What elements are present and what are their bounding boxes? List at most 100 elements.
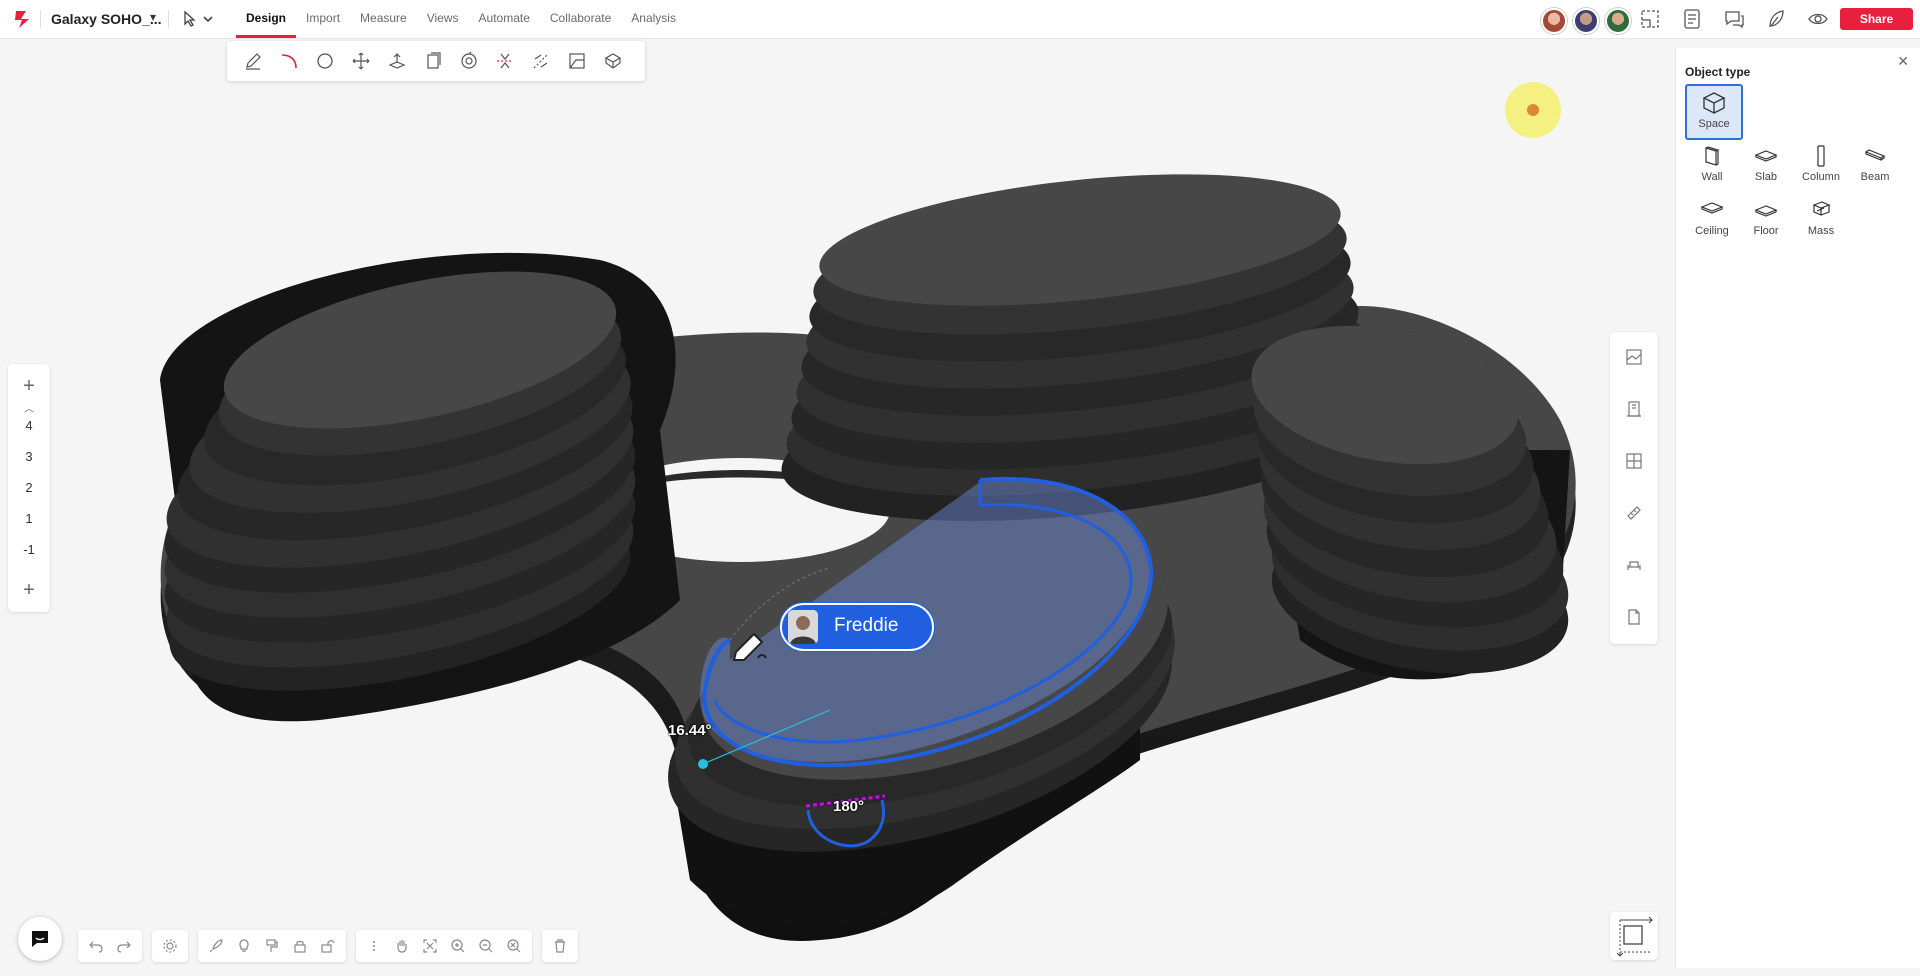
project-title[interactable]: Galaxy SOHO_... [51,11,162,27]
history-group [78,930,142,962]
view-cube-icon [1616,916,1654,957]
avatar[interactable] [1605,8,1631,34]
object-type-beam[interactable]: Beam [1848,139,1902,191]
circle-icon[interactable] [307,46,343,76]
zoom-extents-icon[interactable] [500,932,528,960]
object-type-label: Ceiling [1695,225,1729,237]
add-level-top-button[interactable]: + [8,374,50,398]
schedule-icon[interactable] [1679,6,1705,32]
image-icon[interactable] [1622,345,1646,369]
pan-hand-icon[interactable] [388,932,416,960]
level-item[interactable]: 2 [8,480,50,495]
object-type-label: Beam [1860,171,1890,183]
avatar [788,610,818,644]
move-icon[interactable] [343,46,379,76]
mass-icon [1812,201,1831,216]
undo-icon[interactable] [82,932,110,960]
offset-icon[interactable] [559,46,595,76]
mirror-icon[interactable] [487,46,523,76]
bottom-toolbar [78,930,578,962]
document-icon[interactable] [1622,605,1646,629]
delete-group [542,930,578,962]
eye-icon[interactable] [1805,6,1831,32]
rotate-icon[interactable] [451,46,487,76]
add-level-bottom-button[interactable]: + [8,578,50,602]
ruler-icon[interactable] [1622,501,1646,525]
app-logo-icon[interactable] [12,8,34,30]
presence-pointer [1505,82,1561,138]
copy-icon[interactable] [415,46,451,76]
menu-import[interactable]: Import [296,0,350,38]
pencil-icon[interactable] [235,46,271,76]
chat-button[interactable] [18,917,62,961]
collaborator-avatars [1541,8,1631,34]
extrude-icon[interactable] [379,46,415,76]
3d-viewport[interactable] [0,39,1675,976]
level-item[interactable]: -1 [8,542,50,557]
zoom-in-icon[interactable] [444,932,472,960]
gear-icon[interactable] [156,932,184,960]
panel-title: Object type [1685,65,1751,79]
object-type-label: Column [1802,171,1840,183]
collaborator-name: Freddie [834,615,899,636]
menu-design[interactable]: Design [236,0,297,38]
chevron-down-icon[interactable]: ▾ [150,10,156,24]
fit-view-icon[interactable] [416,932,444,960]
level-item[interactable]: 1 [8,511,50,526]
menu-measure[interactable]: Measure [350,0,417,38]
level-item[interactable]: 4 [8,418,50,433]
top-bar: Galaxy SOHO_... ▾ Design Import Measure … [0,0,1920,39]
furniture-icon[interactable] [1622,553,1646,577]
grid-icon[interactable] [1622,449,1646,473]
view-tools-panel [1610,332,1658,644]
object-tools-group [198,930,346,962]
comments-icon[interactable] [1721,6,1747,32]
select-tool-dropdown[interactable] [182,9,218,29]
share-button[interactable]: Share [1840,8,1913,30]
menu-collaborate[interactable]: Collaborate [540,0,621,38]
split-icon[interactable] [523,46,559,76]
ceiling-icon [1700,202,1724,214]
level-item[interactable]: 3 [8,449,50,464]
object-type-floor[interactable]: Floor [1739,193,1793,245]
redo-icon[interactable] [110,932,138,960]
slab-icon [1754,150,1778,162]
divider [168,10,169,28]
object-type-slab[interactable]: Slab [1739,139,1793,191]
wall-icon [1705,146,1720,166]
object-type-mass[interactable]: Mass [1794,193,1848,245]
lightbulb-icon[interactable] [230,932,258,960]
building-icon[interactable] [1622,397,1646,421]
paint-icon[interactable] [258,932,286,960]
solid-icon[interactable] [595,46,631,76]
zoom-out-icon[interactable] [472,932,500,960]
floorplan-icon[interactable] [1637,6,1663,32]
levels-panel: + ︿ 4 3 2 1 -1 + [8,364,50,612]
object-type-space[interactable]: Space [1685,84,1743,140]
menu-views[interactable]: Views [417,0,469,38]
object-type-column[interactable]: Column [1794,139,1848,191]
more-vertical-icon[interactable] [360,932,388,960]
menu-automate[interactable]: Automate [469,0,540,38]
menu-analysis[interactable]: Analysis [621,0,686,38]
unlock-icon[interactable] [314,932,342,960]
avatar[interactable] [1573,8,1599,34]
view-navigation-group [356,930,532,962]
lock-icon[interactable] [286,932,314,960]
column-icon [1817,145,1825,167]
avatar[interactable] [1541,8,1567,34]
trash-icon[interactable] [546,932,574,960]
rocket-icon[interactable] [202,932,230,960]
chat-icon [32,931,48,947]
object-type-ceiling[interactable]: Ceiling [1685,193,1739,245]
pointer-icon [184,10,213,27]
object-type-label: Floor [1753,225,1779,237]
leaf-icon[interactable] [1763,6,1789,32]
close-icon[interactable]: ✕ [1897,53,1909,70]
object-type-wall[interactable]: Wall [1685,139,1739,191]
arc-icon[interactable] [271,46,307,76]
view-cube[interactable] [1610,912,1658,960]
main-menu: Design Import Measure Views Automate Col… [236,0,686,38]
design-toolstrip [227,41,645,81]
chevron-up-icon[interactable]: ︿ [8,400,50,415]
